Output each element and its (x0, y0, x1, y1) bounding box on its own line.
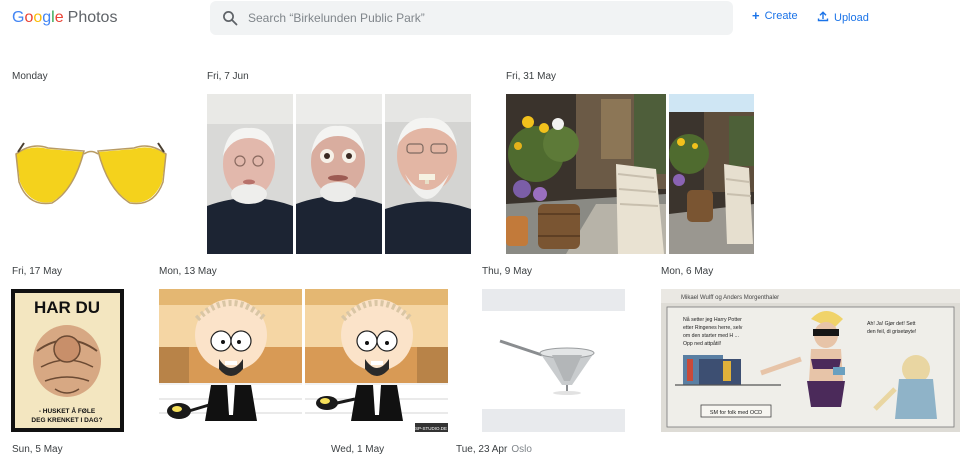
date-text: Fri, 17 May (12, 266, 63, 277)
date-location: Oslo (511, 444, 532, 455)
comic-bubble2-line1: Ah! Ja! Gjør det! Sett (867, 321, 916, 327)
poster-caption-line2: DEG KRENKET I DAG? (31, 417, 102, 424)
sp-watermark: SP-STUDIO.DE (415, 426, 447, 431)
date-header[interactable]: Fri, 17 May (12, 266, 62, 277)
date-text: Fri, 31 May (506, 71, 557, 82)
date-header[interactable]: Fri, 7 Jun (207, 71, 249, 82)
date-header[interactable]: Mon, 13 May (159, 266, 217, 277)
plus-icon: + (752, 8, 760, 23)
poster-headline: HAR DU (34, 298, 100, 317)
comic-bubble2-line2: den feil, di grisetøyte! (867, 329, 916, 335)
upload-icon (817, 10, 829, 25)
date-text: Sun, 5 May (12, 444, 63, 455)
upload-label: Upload (834, 11, 869, 24)
date-text: Mon, 13 May (159, 266, 217, 277)
search-input[interactable] (248, 1, 718, 35)
poster-caption-line1: - HUSKET Å FØLE (39, 406, 96, 415)
comic-bubble1-line2: etter Ringenes herre, selv (683, 325, 743, 331)
create-label: Create (764, 10, 798, 22)
photo-park-flowers-1[interactable] (506, 94, 666, 254)
comic-header-text: Mikael Wulff og Anders Morgenthaler (681, 295, 779, 301)
comic-sign-text: SM for folk med OCD (710, 410, 762, 416)
photo-har-du-poster[interactable]: HAR DU - HUSKET Å FØLE DEG KRENKET I DAG… (11, 289, 124, 432)
date-header[interactable]: Wed, 1 May (331, 444, 384, 455)
date-header[interactable]: Fri, 31 May (506, 71, 556, 82)
date-header[interactable]: Mon, 6 May (661, 266, 713, 277)
comic-bubble1-line4: Opp ned attpåtil! (683, 340, 721, 347)
logo-letter: g (42, 9, 52, 26)
date-text: Monday (12, 71, 48, 82)
google-photos-logo[interactable]: Google Photos (12, 9, 117, 27)
date-text: Mon, 6 May (661, 266, 714, 277)
photo-comic-strip[interactable]: Mikael Wulff og Anders Morgenthaler Nå s… (661, 289, 960, 432)
create-button[interactable]: + Create (752, 8, 798, 23)
logo-product-name: Photos (67, 9, 118, 26)
search-bar[interactable] (210, 1, 733, 35)
photo-park-flowers-2[interactable] (669, 94, 754, 254)
photo-southpark-avatar-1[interactable] (159, 289, 302, 432)
upload-button[interactable]: Upload (817, 10, 869, 25)
photo-yellow-sunglasses[interactable] (8, 94, 174, 254)
photo-selfie-2[interactable] (296, 94, 382, 254)
date-text: Thu, 9 May (482, 266, 533, 277)
photo-selfie-1[interactable] (207, 94, 293, 254)
date-header[interactable]: Sun, 5 May (12, 444, 63, 455)
photo-southpark-avatar-2[interactable]: SP-STUDIO.DE (305, 289, 448, 432)
photo-selfie-3[interactable] (385, 94, 471, 254)
logo-letter: o (33, 9, 43, 26)
date-header[interactable]: Tue, 23 Apr Oslo (456, 444, 532, 455)
comic-bubble1-line3: om den starter med H ... (683, 333, 739, 339)
top-bar: GooglePhotos + Create Upload (0, 0, 960, 40)
comic-bubble1-line1: Nå setter jeg Harry Potter (683, 316, 742, 323)
search-icon[interactable] (222, 10, 238, 26)
logo-letter: G (12, 9, 25, 26)
logo-letter: e (54, 9, 64, 26)
date-header[interactable]: Thu, 9 May (482, 266, 532, 277)
date-header[interactable]: Monday (12, 71, 48, 82)
date-text: Fri, 7 Jun (207, 71, 249, 82)
date-text: Wed, 1 May (331, 444, 385, 455)
photo-kitchen-sieve[interactable] (482, 289, 625, 432)
date-text: Tue, 23 Apr (456, 444, 508, 455)
